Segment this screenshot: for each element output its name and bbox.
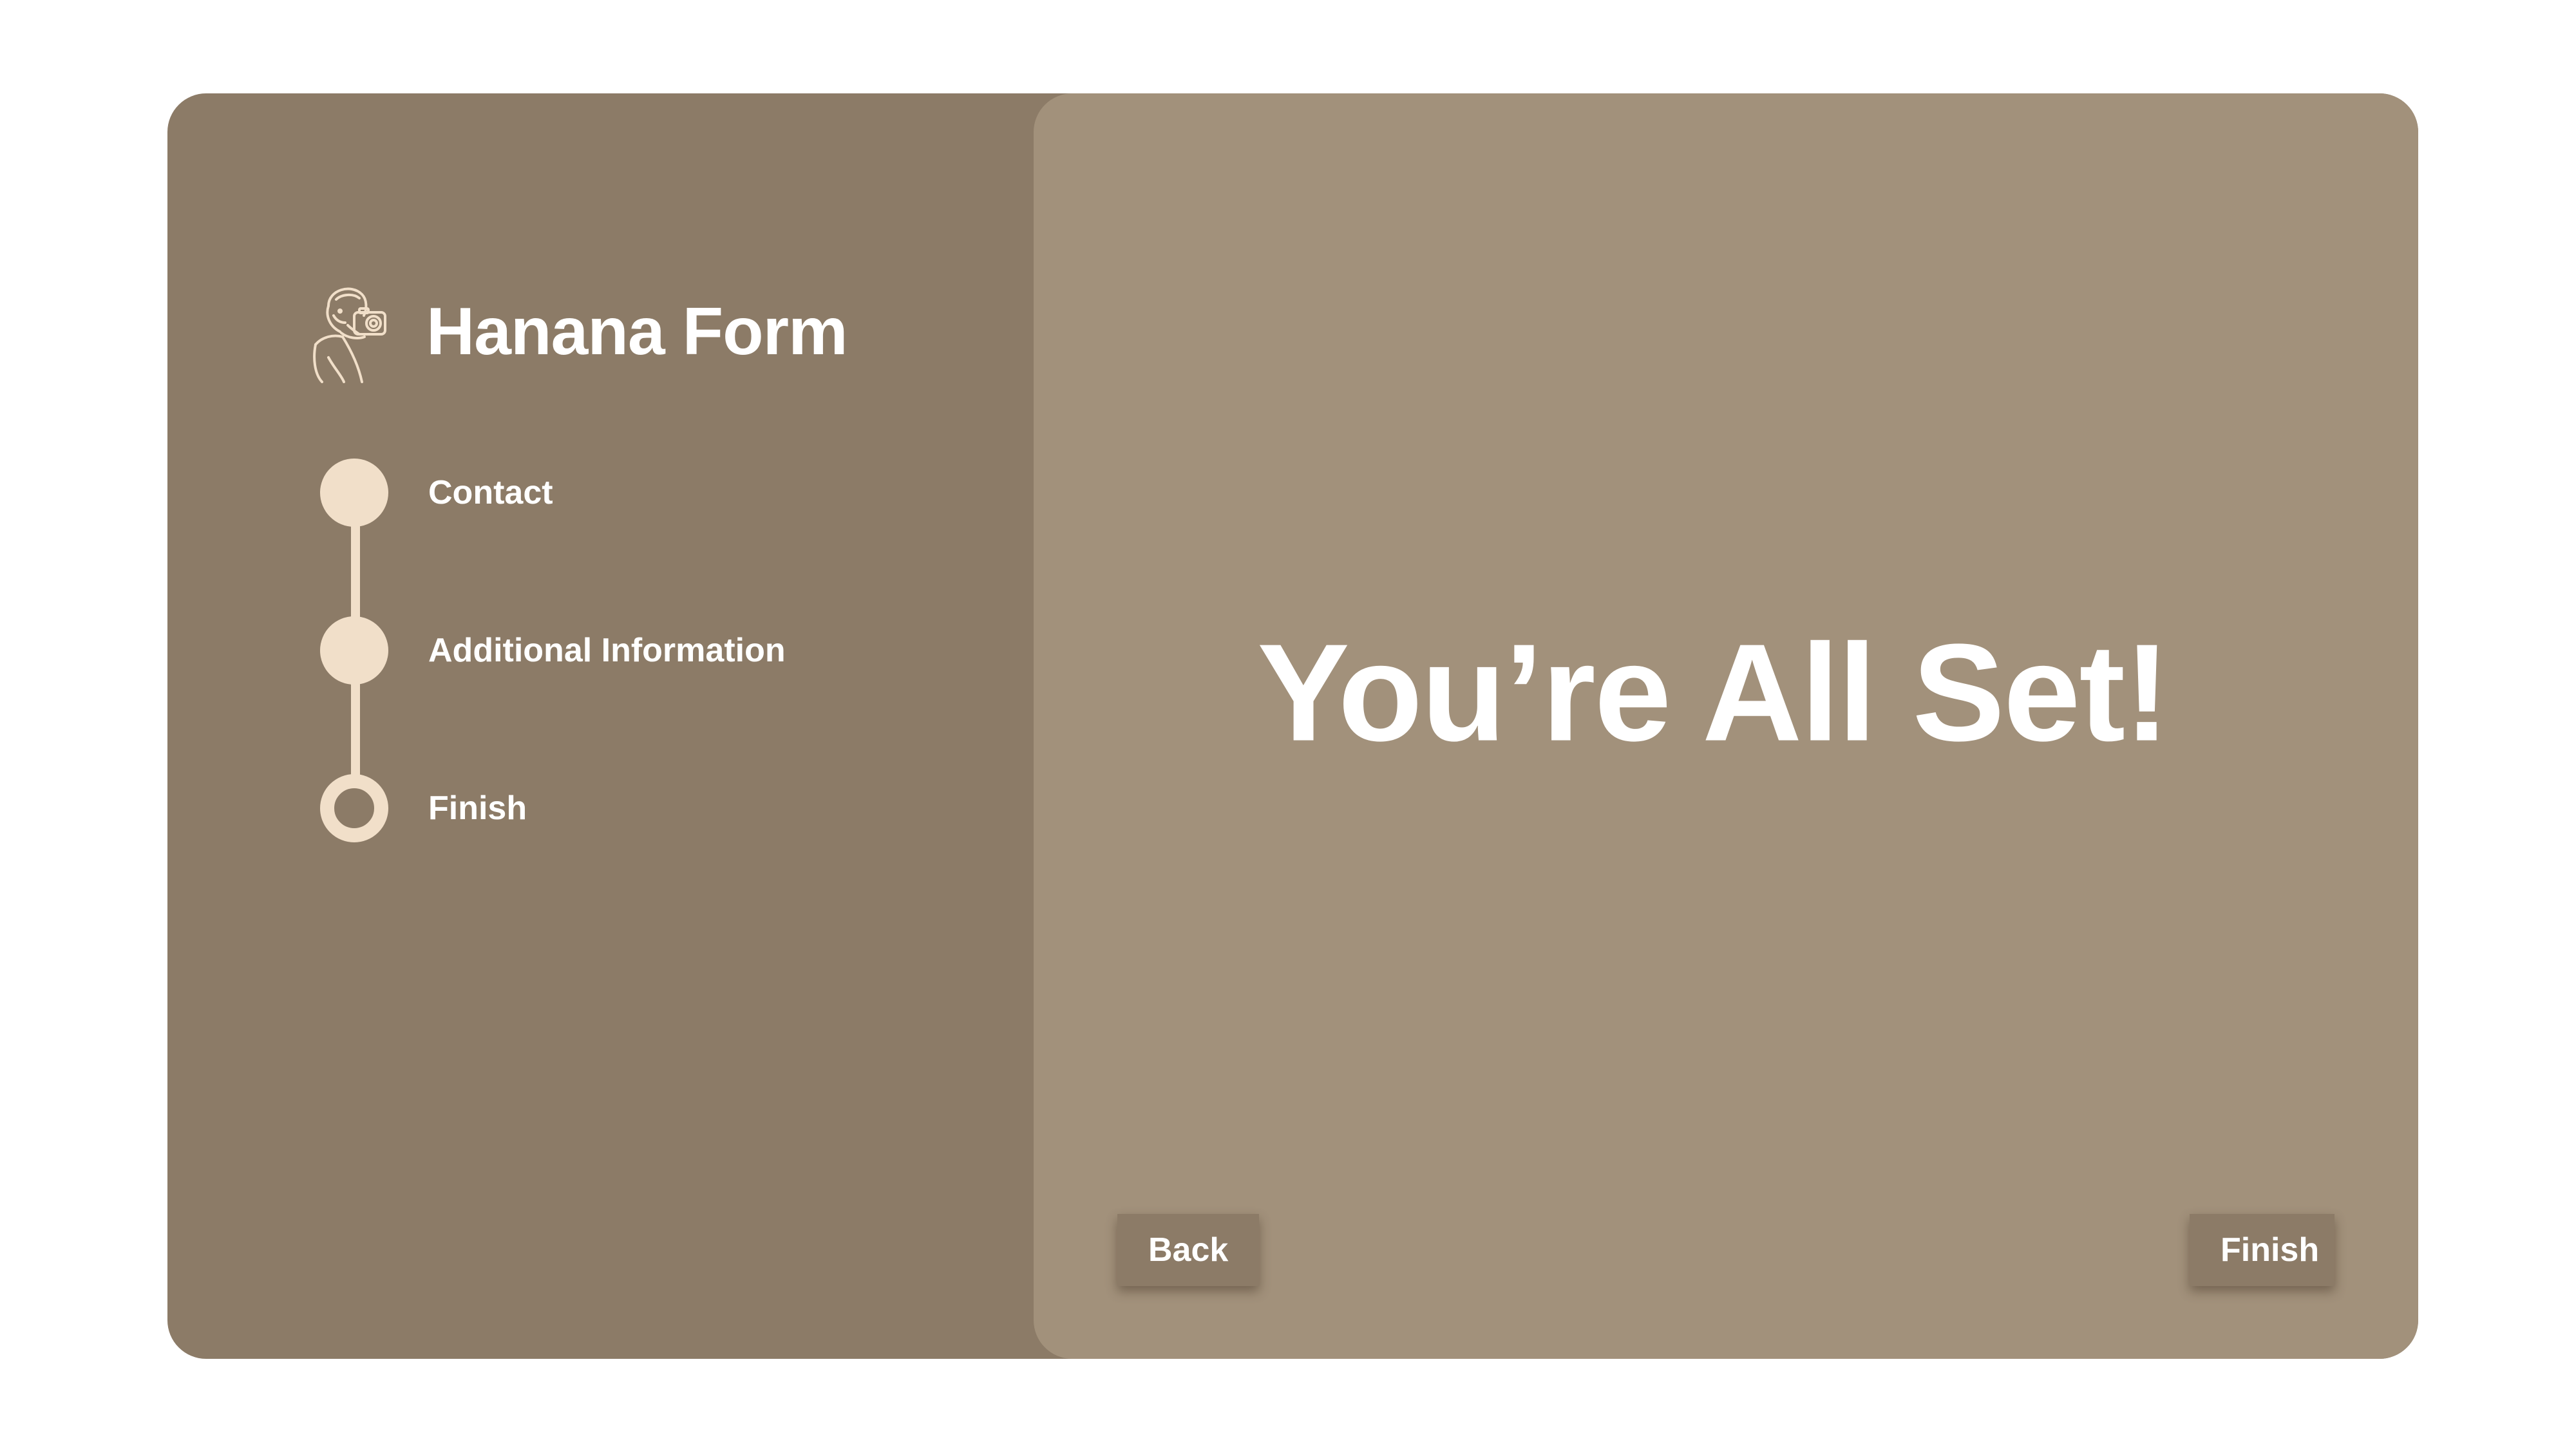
step-label: Additional Information	[428, 632, 786, 669]
step-label: Finish	[428, 790, 527, 827]
step-current-dot	[320, 774, 388, 842]
step-complete-dot	[320, 616, 388, 685]
back-button[interactable]: Back	[1117, 1214, 1259, 1286]
step-complete-dot	[320, 459, 388, 527]
main-panel: You’re All Set! Back Finish	[1034, 93, 2418, 1359]
form-card: Hanana Form Contact Additional Informati…	[167, 93, 2418, 1359]
photographer-icon	[313, 287, 386, 383]
brand-title: Hanana Form	[426, 294, 848, 369]
step-list: Contact Additional Information Finish	[320, 457, 964, 844]
sidebar: Hanana Form Contact Additional Informati…	[167, 93, 1034, 1359]
step-label: Contact	[428, 474, 553, 511]
completion-headline: You’re All Set!	[1257, 614, 2170, 770]
step-finish[interactable]: Finish	[320, 773, 527, 844]
brand: Hanana Form	[303, 280, 848, 383]
step-contact[interactable]: Contact	[320, 457, 553, 528]
finish-button[interactable]: Finish	[2190, 1214, 2334, 1286]
step-additional-information[interactable]: Additional Information	[320, 615, 786, 686]
